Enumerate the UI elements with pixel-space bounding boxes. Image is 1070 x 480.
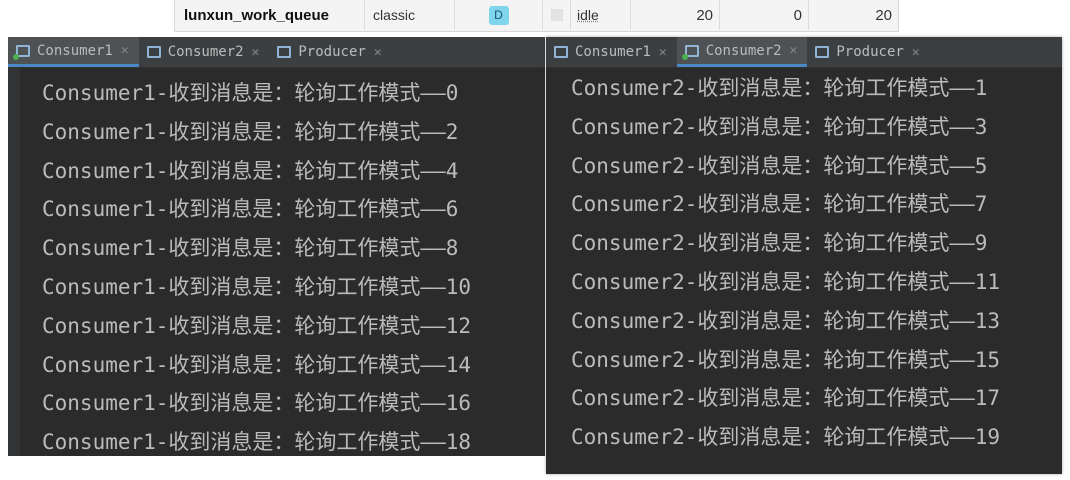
console-line: Consumer1-收到消息是：轮询工作模式——0 [42,81,459,105]
console-line: Consumer2-收到消息是：轮询工作模式——17 [571,386,1001,411]
close-icon[interactable]: ✕ [252,45,260,60]
queue-state: idle [571,0,631,30]
running-indicator-icon [13,53,19,60]
queue-type: classic [365,0,455,30]
tab-consumer2[interactable]: Consumer2 ✕ [676,37,808,67]
console-line: Consumer1-收到消息是：轮询工作模式——12 [42,313,472,338]
queue-row[interactable]: lunxun_work_queue classic D idle 20 0 20 [174,0,899,32]
close-icon[interactable]: ✕ [912,45,920,60]
close-icon[interactable]: ✕ [374,45,382,60]
console-output: Consumer2-收到消息是：轮询工作模式——1 Consumer2-收到消息… [571,69,1000,457]
run-console-icon [554,46,568,58]
run-panel-consumer1: Consumer1 ✕ Consumer2 ✕ Producer ✕ Consu… [8,37,545,456]
console-line: Consumer2-收到消息是：轮询工作模式——1 [571,76,988,100]
console-line: Consumer1-收到消息是：轮询工作模式——10 [42,274,472,299]
console-line: Consumer1-收到消息是：轮询工作模式——4 [42,158,459,183]
console-line: Consumer1-收到消息是：轮询工作模式——16 [42,391,472,416]
queue-name-link[interactable]: lunxun_work_queue [175,0,365,30]
run-console-icon [815,46,830,58]
running-indicator-icon [681,53,688,60]
tab-label: Consumer1 [37,42,113,59]
console-line: Consumer2-收到消息是：轮询工作模式——15 [571,347,1001,372]
tab-label: Producer [836,44,904,60]
console-line: Consumer2-收到消息是：轮询工作模式——7 [571,192,988,217]
tab-producer[interactable]: Producer ✕ [269,37,391,67]
run-tabbar: Consumer1 ✕ Consumer2 ✕ Producer ✕ [8,37,545,68]
console-line: Consumer2-收到消息是：轮询工作模式——3 [571,114,988,139]
console-line: Consumer2-收到消息是：轮询工作模式——9 [571,231,988,256]
tab-consumer1[interactable]: Consumer1 ✕ [546,37,677,67]
close-icon[interactable]: ✕ [121,43,129,58]
tab-label: Consumer2 [705,42,782,59]
queue-select-cell [543,0,571,30]
tab-label: Consumer1 [575,44,651,60]
run-console-icon [13,44,30,60]
console-gutter [8,68,20,456]
durable-badge: D [488,5,509,25]
run-tabbar: Consumer1 ✕ Consumer2 ✕ Producer ✕ [546,37,1062,68]
tab-label: Producer [298,44,366,60]
console-output: Consumer1-收到消息是：轮询工作模式——0 Consumer1-收到消息… [42,74,471,462]
console-line: Consumer2-收到消息是：轮询工作模式——5 [571,153,988,178]
console-line: Consumer1-收到消息是：轮询工作模式——14 [42,352,472,377]
run-console-icon [277,46,292,58]
run-panel-consumer2: Consumer1 ✕ Consumer2 ✕ Producer ✕ Consu… [546,37,1062,474]
console-line: Consumer1-收到消息是：轮询工作模式——18 [42,430,472,455]
checkbox-icon[interactable] [550,9,563,21]
tab-producer[interactable]: Producer ✕ [807,37,929,67]
close-icon[interactable]: ✕ [790,43,798,58]
close-icon[interactable]: ✕ [659,45,667,60]
console-line: Consumer2-收到消息是：轮询工作模式——19 [571,425,1001,450]
queue-state-label: idle [577,7,599,23]
console-line: Consumer2-收到消息是：轮询工作模式——11 [571,269,1001,294]
queue-total-count: 20 [875,6,892,24]
console-line: Consumer1-收到消息是：轮询工作模式——8 [42,236,459,261]
queue-features: D [455,0,543,30]
run-console-icon [681,44,699,60]
run-console-icon [146,46,161,58]
tab-consumer1[interactable]: Consumer1 ✕ [8,37,139,67]
console-line: Consumer2-收到消息是：轮询工作模式——13 [571,308,1001,333]
console-line: Consumer1-收到消息是：轮询工作模式——6 [42,197,459,222]
queue-unacked-count: 0 [720,0,809,30]
queue-ready-count: 20 [631,0,720,30]
tab-consumer2[interactable]: Consumer2 ✕ [139,37,270,67]
console-line: Consumer1-收到消息是：轮询工作模式——2 [42,119,459,144]
tab-label: Consumer2 [167,44,244,60]
